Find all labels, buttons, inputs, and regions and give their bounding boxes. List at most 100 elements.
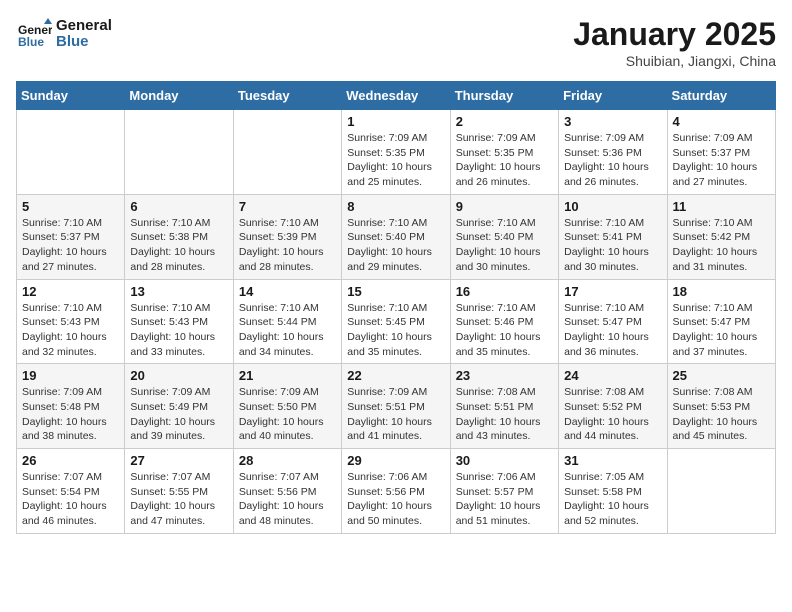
calendar-cell: 26 Sunrise: 7:07 AM Sunset: 5:54 PM Dayli… [17, 449, 125, 534]
day-number: 6 [130, 199, 227, 214]
calendar-cell: 30Sunrise: 7:06 AM Sunset: 5:57 PM Dayli… [450, 449, 558, 534]
calendar-week-1: 1 Sunrise: 7:09 AM Sunset: 5:35 PM Daylig… [17, 110, 776, 195]
calendar-cell: 15 Sunrise: 7:10 AM Sunset: 5:45 PM Dayli… [342, 279, 450, 364]
day-info: Sunrise: 7:05 AM Sunset: 5:58 PM Dayligh… [564, 470, 661, 529]
day-number: 9 [456, 199, 553, 214]
calendar-cell: 31 Sunrise: 7:05 AM Sunset: 5:58 PM Dayli… [559, 449, 667, 534]
calendar-cell: 9 Sunrise: 7:10 AM Sunset: 5:40 PM Daylig… [450, 194, 558, 279]
day-info: Sunrise: 7:08 AM Sunset: 5:52 PM Dayligh… [564, 385, 661, 444]
day-number: 17 [564, 284, 661, 299]
day-info: Sunrise: 7:10 AM Sunset: 5:41 PM Dayligh… [564, 216, 661, 275]
logo: General Blue General Blue [16, 16, 112, 52]
day-info: Sunrise: 7:07 AM Sunset: 5:56 PM Dayligh… [239, 470, 336, 529]
title-block: January 2025 Shuibian, Jiangxi, China [573, 16, 776, 69]
day-info: Sunrise: 7:09 AM Sunset: 5:37 PM Dayligh… [673, 131, 770, 190]
calendar-cell: 1 Sunrise: 7:09 AM Sunset: 5:35 PM Daylig… [342, 110, 450, 195]
day-number: 27 [130, 453, 227, 468]
day-info: Sunrise: 7:08 AM Sunset: 5:53 PM Dayligh… [673, 385, 770, 444]
day-info: Sunrise: 7:10 AM Sunset: 5:37 PM Dayligh… [22, 216, 119, 275]
calendar-cell: 6 Sunrise: 7:10 AM Sunset: 5:38 PM Daylig… [125, 194, 233, 279]
day-number: 11 [673, 199, 770, 214]
day-info: Sunrise: 7:10 AM Sunset: 5:43 PM Dayligh… [130, 301, 227, 360]
day-number: 21 [239, 368, 336, 383]
weekday-header-saturday: Saturday [667, 82, 775, 110]
day-info: Sunrise: 7:09 AM Sunset: 5:48 PM Dayligh… [22, 385, 119, 444]
calendar-cell: 4 Sunrise: 7:09 AM Sunset: 5:37 PM Daylig… [667, 110, 775, 195]
day-info: Sunrise: 7:10 AM Sunset: 5:46 PM Dayligh… [456, 301, 553, 360]
day-number: 18 [673, 284, 770, 299]
calendar-cell: 16 Sunrise: 7:10 AM Sunset: 5:46 PM Dayli… [450, 279, 558, 364]
day-number: 4 [673, 114, 770, 129]
day-info: Sunrise: 7:09 AM Sunset: 5:35 PM Dayligh… [347, 131, 444, 190]
calendar-cell: 5 Sunrise: 7:10 AM Sunset: 5:37 PM Daylig… [17, 194, 125, 279]
calendar-week-2: 5 Sunrise: 7:10 AM Sunset: 5:37 PM Daylig… [17, 194, 776, 279]
day-info: Sunrise: 7:10 AM Sunset: 5:44 PM Dayligh… [239, 301, 336, 360]
day-info: Sunrise: 7:07 AM Sunset: 5:54 PM Dayligh… [22, 470, 119, 529]
day-info: Sunrise: 7:08 AM Sunset: 5:51 PM Dayligh… [456, 385, 553, 444]
day-number: 29 [347, 453, 444, 468]
day-info: Sunrise: 7:10 AM Sunset: 5:45 PM Dayligh… [347, 301, 444, 360]
day-info: Sunrise: 7:10 AM Sunset: 5:42 PM Dayligh… [673, 216, 770, 275]
day-info: Sunrise: 7:10 AM Sunset: 5:39 PM Dayligh… [239, 216, 336, 275]
calendar-cell: 19 Sunrise: 7:09 AM Sunset: 5:48 PM Dayli… [17, 364, 125, 449]
day-info: Sunrise: 7:10 AM Sunset: 5:47 PM Dayligh… [564, 301, 661, 360]
calendar-cell: 25 Sunrise: 7:08 AM Sunset: 5:53 PM Dayli… [667, 364, 775, 449]
month-title: January 2025 [573, 16, 776, 53]
day-number: 7 [239, 199, 336, 214]
day-number: 23 [456, 368, 553, 383]
calendar-cell: 2 Sunrise: 7:09 AM Sunset: 5:35 PM Daylig… [450, 110, 558, 195]
calendar-cell: 8Sunrise: 7:10 AM Sunset: 5:40 PM Daylig… [342, 194, 450, 279]
day-info: Sunrise: 7:09 AM Sunset: 5:35 PM Dayligh… [456, 131, 553, 190]
day-info: Sunrise: 7:09 AM Sunset: 5:36 PM Dayligh… [564, 131, 661, 190]
day-info: Sunrise: 7:10 AM Sunset: 5:47 PM Dayligh… [673, 301, 770, 360]
day-number: 31 [564, 453, 661, 468]
calendar-week-3: 12 Sunrise: 7:10 AM Sunset: 5:43 PM Dayli… [17, 279, 776, 364]
weekday-header-monday: Monday [125, 82, 233, 110]
calendar-cell [17, 110, 125, 195]
calendar-cell: 7 Sunrise: 7:10 AM Sunset: 5:39 PM Daylig… [233, 194, 341, 279]
day-number: 20 [130, 368, 227, 383]
day-number: 1 [347, 114, 444, 129]
calendar-cell: 27 Sunrise: 7:07 AM Sunset: 5:55 PM Dayli… [125, 449, 233, 534]
weekday-header-row: SundayMondayTuesdayWednesdayThursdayFrid… [17, 82, 776, 110]
calendar-cell: 3 Sunrise: 7:09 AM Sunset: 5:36 PM Daylig… [559, 110, 667, 195]
weekday-header-friday: Friday [559, 82, 667, 110]
day-number: 8 [347, 199, 444, 214]
day-info: Sunrise: 7:09 AM Sunset: 5:49 PM Dayligh… [130, 385, 227, 444]
day-number: 26 [22, 453, 119, 468]
calendar-cell: 10 Sunrise: 7:10 AM Sunset: 5:41 PM Dayli… [559, 194, 667, 279]
calendar-week-5: 26 Sunrise: 7:07 AM Sunset: 5:54 PM Dayli… [17, 449, 776, 534]
day-number: 10 [564, 199, 661, 214]
calendar-cell [125, 110, 233, 195]
calendar-table: SundayMondayTuesdayWednesdayThursdayFrid… [16, 81, 776, 534]
day-number: 22 [347, 368, 444, 383]
day-number: 14 [239, 284, 336, 299]
day-number: 3 [564, 114, 661, 129]
calendar-cell: 21Sunrise: 7:09 AM Sunset: 5:50 PM Dayli… [233, 364, 341, 449]
day-number: 5 [22, 199, 119, 214]
location: Shuibian, Jiangxi, China [573, 53, 776, 69]
day-number: 30 [456, 453, 553, 468]
day-info: Sunrise: 7:06 AM Sunset: 5:56 PM Dayligh… [347, 470, 444, 529]
calendar-week-4: 19 Sunrise: 7:09 AM Sunset: 5:48 PM Dayli… [17, 364, 776, 449]
day-number: 13 [130, 284, 227, 299]
day-info: Sunrise: 7:10 AM Sunset: 5:43 PM Dayligh… [22, 301, 119, 360]
page-header: General Blue General Blue January 2025 S… [16, 16, 776, 69]
day-number: 2 [456, 114, 553, 129]
calendar-cell [233, 110, 341, 195]
day-number: 19 [22, 368, 119, 383]
calendar-cell: 12 Sunrise: 7:10 AM Sunset: 5:43 PM Dayli… [17, 279, 125, 364]
day-info: Sunrise: 7:10 AM Sunset: 5:40 PM Dayligh… [456, 216, 553, 275]
calendar-cell: 23 Sunrise: 7:08 AM Sunset: 5:51 PM Dayli… [450, 364, 558, 449]
calendar-cell: 11 Sunrise: 7:10 AM Sunset: 5:42 PM Dayli… [667, 194, 775, 279]
day-info: Sunrise: 7:10 AM Sunset: 5:38 PM Dayligh… [130, 216, 227, 275]
day-number: 16 [456, 284, 553, 299]
day-number: 12 [22, 284, 119, 299]
day-info: Sunrise: 7:09 AM Sunset: 5:51 PM Dayligh… [347, 385, 444, 444]
weekday-header-tuesday: Tuesday [233, 82, 341, 110]
day-info: Sunrise: 7:07 AM Sunset: 5:55 PM Dayligh… [130, 470, 227, 529]
day-number: 25 [673, 368, 770, 383]
calendar-cell: 17 Sunrise: 7:10 AM Sunset: 5:47 PM Dayli… [559, 279, 667, 364]
weekday-header-thursday: Thursday [450, 82, 558, 110]
day-number: 15 [347, 284, 444, 299]
